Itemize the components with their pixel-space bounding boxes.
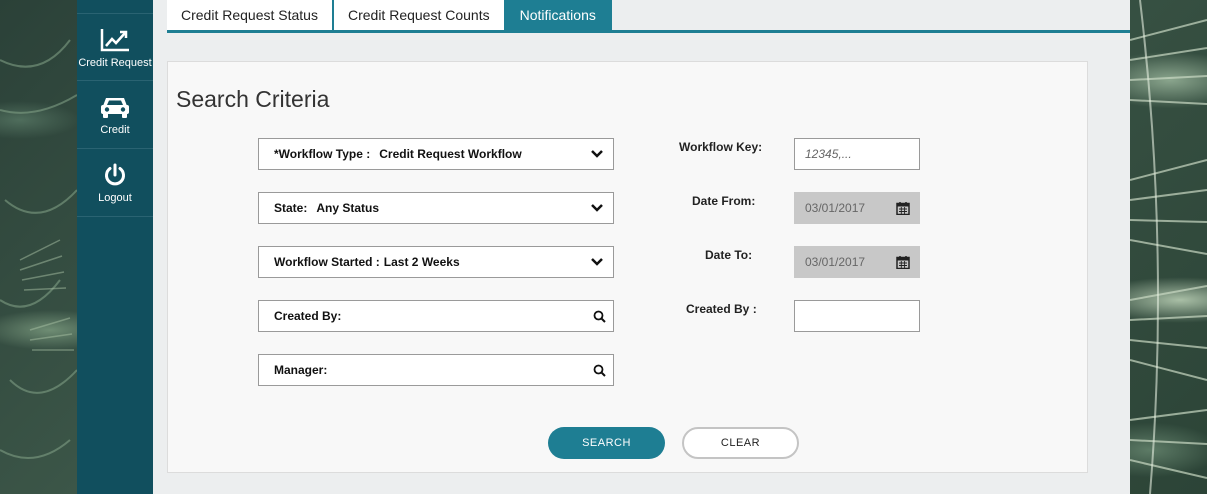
page-title: Search Criteria <box>176 86 330 112</box>
date-to-field[interactable]: 03/01/2017 <box>794 246 920 278</box>
date-to-value: 03/01/2017 <box>805 255 866 269</box>
sidebar-item-label: Logout <box>98 192 132 204</box>
tab-notifications[interactable]: Notifications <box>505 0 612 30</box>
date-from-field[interactable]: 03/01/2017 <box>794 192 920 224</box>
workflow-type-value: Credit Request Workflow <box>379 147 522 161</box>
workflow-key-label: Workflow Key: <box>679 140 763 154</box>
workflow-started-value: Last 2 Weeks <box>383 255 460 269</box>
workflow-key-input[interactable] <box>794 138 920 170</box>
line-chart-icon <box>100 26 130 54</box>
search-icon[interactable] <box>593 364 606 380</box>
sidebar-item-logout[interactable]: Logout <box>77 149 153 217</box>
created-by-input[interactable] <box>794 300 920 332</box>
sidebar-item-label: Credit Request <box>78 56 152 69</box>
state-select[interactable]: State: Any Status <box>258 192 614 224</box>
tab-bar: Credit Request Status Credit Request Cou… <box>167 0 1130 33</box>
main-content: Credit Request Status Credit Request Cou… <box>153 0 1130 494</box>
workflow-type-label: *Workflow Type : <box>274 147 371 161</box>
background-foliage-left <box>0 0 77 494</box>
state-label: State: <box>274 201 308 215</box>
date-from-value: 03/01/2017 <box>805 201 866 215</box>
date-to-label: Date To: <box>705 248 753 262</box>
workflow-started-select[interactable]: Workflow Started : Last 2 Weeks <box>258 246 614 278</box>
tab-credit-request-counts[interactable]: Credit Request Counts <box>333 0 506 30</box>
workflow-type-select[interactable]: *Workflow Type : Credit Request Workflow <box>258 138 614 170</box>
left-sidebar: Credit Request Credit Logout <box>77 0 153 494</box>
sidebar-item-credit-request[interactable]: Credit Request <box>77 13 153 81</box>
chevron-down-icon <box>590 255 604 272</box>
power-icon <box>103 161 127 189</box>
state-value: Any Status <box>316 201 380 215</box>
created-by-label: Created By : <box>686 302 757 316</box>
created-by-lookup[interactable]: Created By: <box>258 300 614 332</box>
workflow-started-label: Workflow Started : <box>274 255 380 269</box>
calendar-icon[interactable] <box>896 201 910 218</box>
car-icon <box>100 93 130 121</box>
search-criteria-panel: Search Criteria *Workflow Type : Credit … <box>167 61 1088 473</box>
sidebar-item-credit[interactable]: Credit <box>77 81 153 149</box>
search-button[interactable]: SEARCH <box>548 427 665 459</box>
background-foliage-right <box>1130 0 1207 494</box>
chevron-down-icon <box>590 201 604 218</box>
clear-button[interactable]: CLEAR <box>682 427 799 459</box>
search-icon[interactable] <box>593 310 606 326</box>
date-from-label: Date From: <box>692 194 756 208</box>
sidebar-item-label: Credit <box>100 124 130 136</box>
chevron-down-icon <box>590 147 604 164</box>
manager-lookup[interactable]: Manager: <box>258 354 614 386</box>
created-by-lookup-label: Created By: <box>274 309 342 323</box>
manager-lookup-label: Manager: <box>274 363 328 377</box>
calendar-icon[interactable] <box>896 255 910 272</box>
tab-credit-request-status[interactable]: Credit Request Status <box>167 0 334 30</box>
